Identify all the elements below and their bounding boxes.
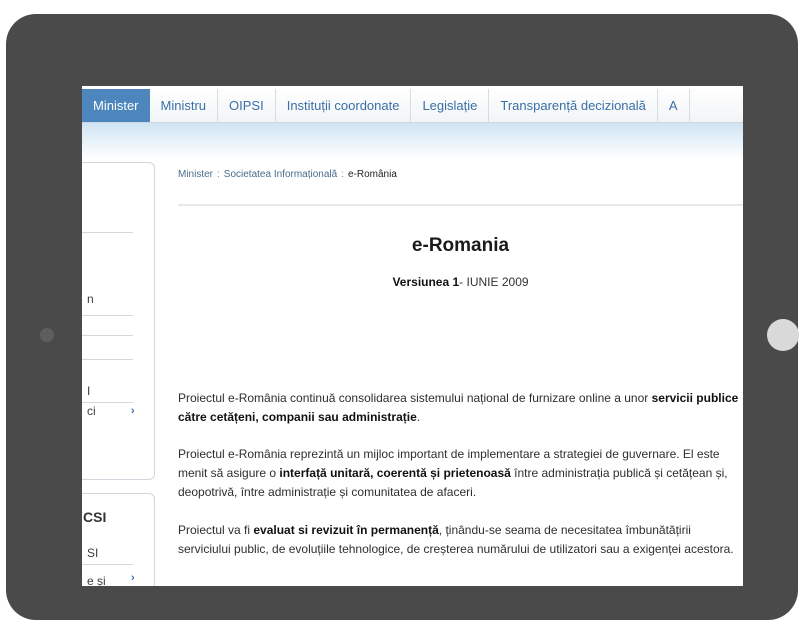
- chevron-right-icon[interactable]: ›: [131, 572, 135, 584]
- top-nav: Minister Ministru OIPSI Instituții coord…: [82, 89, 743, 123]
- nav-item-transparenta[interactable]: Transparență decizională: [489, 89, 658, 122]
- paragraph-2: Proiectul e-România reprezintă un mijloc…: [178, 445, 743, 502]
- sidebar-divider: [82, 232, 133, 233]
- tablet-frame: Minister Ministru OIPSI Instituții coord…: [6, 14, 799, 620]
- sidebar-item-1[interactable]: n: [87, 292, 94, 306]
- paragraph-bold: evaluat si revizuit în permanență: [253, 523, 439, 537]
- breadcrumb-separator: :: [217, 169, 220, 180]
- version-date: - IUNIE 2009: [459, 275, 529, 289]
- nav-item-truncated[interactable]: A: [658, 89, 690, 122]
- paragraph-text: .: [416, 410, 421, 424]
- divider: [178, 204, 743, 206]
- breadcrumb: Minister: Societatea Informațională: e-Rom…: [178, 169, 397, 180]
- chevron-right-icon[interactable]: ›: [131, 405, 135, 417]
- nav-item-minister[interactable]: Minister: [82, 89, 150, 122]
- camera-dot: [40, 328, 54, 342]
- sidebar-divider: [82, 315, 133, 316]
- sidebar-divider: [82, 359, 133, 360]
- sidebar-divider: [82, 402, 133, 403]
- header-band: [82, 123, 743, 159]
- paragraph-bold: interfață unitară, coerentă și prietenoa…: [279, 466, 511, 480]
- nav-item-legislatie[interactable]: Legislație: [411, 89, 490, 122]
- paragraph-text: Proiectul e-România continuă consolidare…: [178, 391, 652, 405]
- breadcrumb-current: e-România: [347, 169, 397, 180]
- main-content: Minister: Societatea Informațională: e-Rom…: [178, 162, 743, 586]
- nav-item-ministru[interactable]: Ministru: [150, 89, 219, 122]
- breadcrumb-separator: :: [341, 169, 344, 180]
- sidebar-box-2: CSI SI e și ›: [82, 493, 155, 586]
- browser-screen: Minister Ministru OIPSI Instituții coord…: [82, 86, 743, 586]
- sidebar-item-4[interactable]: SI: [87, 546, 98, 560]
- breadcrumb-link-minister[interactable]: Minister: [178, 169, 213, 180]
- sidebar-item-3[interactable]: ci: [87, 404, 96, 418]
- sidebar-heading: CSI: [83, 509, 107, 525]
- breadcrumb-link-societatea[interactable]: Societatea Informațională: [224, 169, 337, 180]
- sidebar-item-2[interactable]: I: [87, 384, 90, 398]
- sidebar-item-5[interactable]: e și: [87, 574, 106, 586]
- home-button[interactable]: [767, 319, 799, 351]
- paragraph-text: Proiectul va fi: [178, 523, 254, 537]
- page-title: e-Romania: [411, 235, 510, 256]
- sidebar-divider: [82, 564, 133, 565]
- version-label: Versiunea 1: [392, 275, 460, 289]
- paragraph-3: Proiectul va fi evaluat si revizuit în p…: [178, 521, 743, 559]
- nav-item-oipsi[interactable]: OIPSI: [218, 89, 276, 122]
- sidebar-divider: [82, 335, 133, 336]
- version-line: Versiunea 1- IUNIE 2009: [178, 275, 743, 289]
- nav-item-institutii[interactable]: Instituții coordonate: [276, 89, 412, 122]
- sidebar-box-1: n I ci ›: [82, 162, 155, 480]
- paragraph-1: Proiectul e-România continuă consolidare…: [178, 389, 743, 427]
